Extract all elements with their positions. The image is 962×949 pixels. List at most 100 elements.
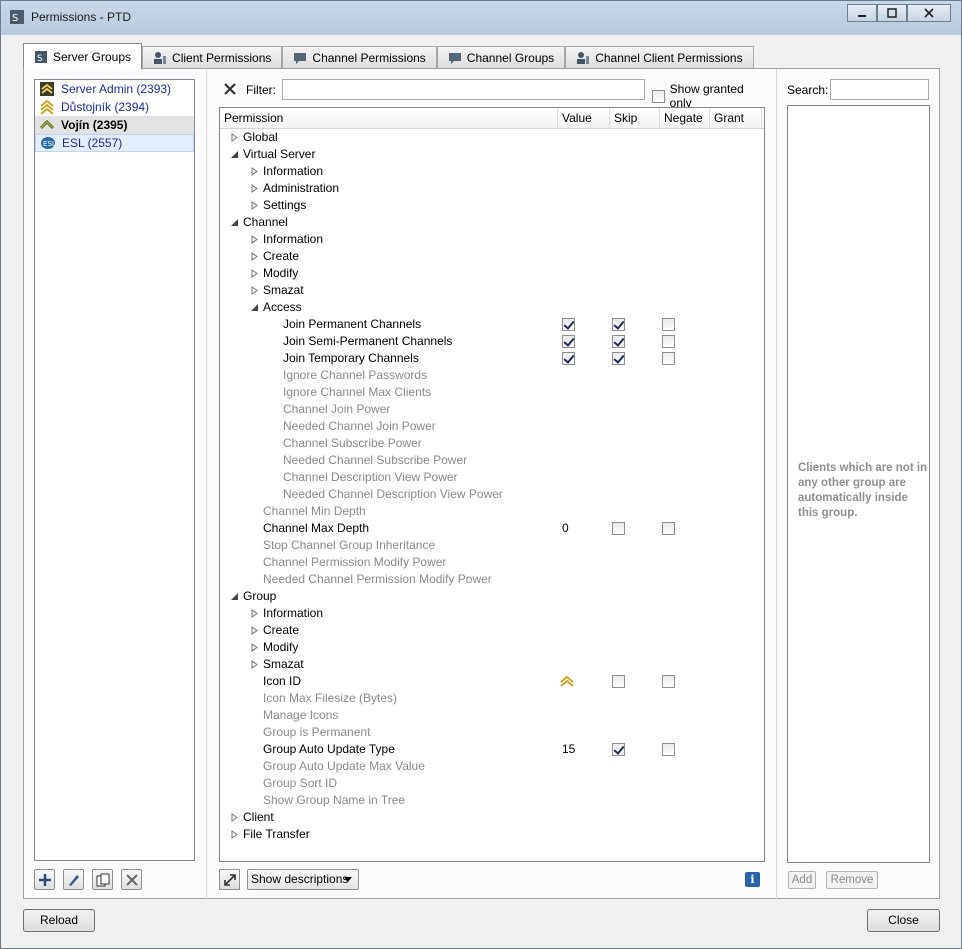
tree-row[interactable]: Join Permanent Channels [220,316,764,333]
add-client-button[interactable]: Add [788,871,816,889]
collapsed-arrow-icon[interactable] [250,167,259,176]
collapsed-arrow-icon[interactable] [250,626,259,635]
tree-row[interactable]: Access [220,299,764,316]
permission-value[interactable]: 15 [562,741,575,758]
tree-row[interactable]: Needed Channel Subscribe Power [220,452,764,469]
tab-server-groups[interactable]: S Server Groups [23,43,143,69]
tab-channel-permissions[interactable]: Channel Permissions [282,46,437,69]
collapsed-arrow-icon[interactable] [250,269,259,278]
permissions-tree[interactable]: Permission Value Skip Negate Grant Globa… [219,107,765,862]
tree-row[interactable]: Information [220,231,764,248]
negate-checkbox[interactable] [662,352,675,365]
collapsed-arrow-icon[interactable] [230,133,239,142]
tree-row[interactable]: Smazat [220,282,764,299]
tree-row[interactable]: Modify [220,265,764,282]
group-item-esl[interactable]: ESL ESL (2557) [35,134,194,152]
search-input[interactable] [830,79,929,100]
tree-row[interactable]: Icon Max Filesize (Bytes) [220,690,764,707]
tree-row[interactable]: Information [220,163,764,180]
delete-group-button[interactable] [121,869,142,890]
copy-group-button[interactable] [92,869,113,890]
collapsed-arrow-icon[interactable] [250,184,259,193]
rename-group-button[interactable] [63,869,84,890]
group-item-vojin[interactable]: Vojín (2395) [35,116,194,134]
permission-value[interactable]: 0 [562,520,569,537]
descriptions-select[interactable]: Show descriptions [247,869,359,890]
tree-row[interactable]: Channel [220,214,764,231]
tree-row[interactable]: Ignore Channel Passwords [220,367,764,384]
tree-row[interactable]: Channel Subscribe Power [220,435,764,452]
tree-row[interactable]: Settings [220,197,764,214]
column-header-permission[interactable]: Permission [220,108,558,128]
column-header-value[interactable]: Value [558,108,610,128]
add-group-button[interactable] [34,869,55,890]
remove-client-button[interactable]: Remove [826,871,878,889]
collapsed-arrow-icon[interactable] [250,252,259,261]
tree-row[interactable]: Create [220,622,764,639]
column-header-skip[interactable]: Skip [610,108,660,128]
tree-row[interactable]: Channel Description View Power [220,469,764,486]
group-item-dustojnik[interactable]: Důstojník (2394) [35,98,194,116]
collapsed-arrow-icon[interactable] [250,201,259,210]
expanded-arrow-icon[interactable] [250,303,259,312]
tree-row[interactable]: Virtual Server [220,146,764,163]
clear-filter-icon[interactable] [222,81,238,97]
tree-row[interactable]: Client [220,809,764,826]
officer-rank-icon[interactable] [559,673,575,689]
negate-checkbox[interactable] [662,335,675,348]
negate-checkbox[interactable] [662,675,675,688]
info-icon[interactable]: i [745,872,760,887]
skip-checkbox[interactable] [612,743,625,756]
expanded-arrow-icon[interactable] [230,218,239,227]
tree-row[interactable]: Group Auto Update Max Value [220,758,764,775]
tree-row[interactable]: Group Sort ID [220,775,764,792]
negate-checkbox[interactable] [662,318,675,331]
negate-checkbox[interactable] [662,743,675,756]
tree-row[interactable]: Modify [220,639,764,656]
collapsed-arrow-icon[interactable] [230,830,239,839]
close-button[interactable]: Close [867,909,940,932]
tree-row[interactable]: Channel Max Depth 0 [220,520,764,537]
tree-row[interactable]: Icon ID [220,673,764,690]
expanded-arrow-icon[interactable] [230,150,239,159]
collapsed-arrow-icon[interactable] [250,660,259,669]
skip-checkbox[interactable] [612,522,625,535]
collapsed-arrow-icon[interactable] [250,235,259,244]
tree-row[interactable]: Create [220,248,764,265]
tree-row[interactable]: Global [220,129,764,146]
title-bar[interactable]: S Permissions - PTD [1,1,961,35]
close-window-button[interactable] [907,4,951,22]
value-checkbox[interactable] [562,335,575,348]
tree-row[interactable]: Needed Channel Permission Modify Power [220,571,764,588]
tab-channel-groups[interactable]: Channel Groups [436,46,566,69]
tree-row[interactable]: Ignore Channel Max Clients [220,384,764,401]
tree-row[interactable]: Join Temporary Channels [220,350,764,367]
tree-row[interactable]: Stop Channel Group Inheritance [220,537,764,554]
server-groups-list[interactable]: Server Admin (2393) Důstojník (2394) Voj… [34,79,195,861]
value-checkbox[interactable] [562,352,575,365]
collapsed-arrow-icon[interactable] [250,286,259,295]
tree-row[interactable]: Channel Permission Modify Power [220,554,764,571]
collapsed-arrow-icon[interactable] [250,609,259,618]
reload-button[interactable]: Reload [23,909,95,932]
skip-checkbox[interactable] [612,335,625,348]
tree-row[interactable]: Group [220,588,764,605]
tree-row[interactable]: Information [220,605,764,622]
tree-row[interactable]: Channel Join Power [220,401,764,418]
tree-row[interactable]: File Transfer [220,826,764,843]
skip-checkbox[interactable] [612,318,625,331]
collapsed-arrow-icon[interactable] [230,813,239,822]
tree-row[interactable]: Needed Channel Join Power [220,418,764,435]
tree-row[interactable]: Join Semi-Permanent Channels [220,333,764,350]
value-checkbox[interactable] [562,318,575,331]
tree-row[interactable]: Group Auto Update Type 15 [220,741,764,758]
column-header-negate[interactable]: Negate [660,108,710,128]
tree-row[interactable]: Channel Min Depth [220,503,764,520]
tree-row[interactable]: Group is Permanent [220,724,764,741]
checkbox[interactable] [652,89,665,103]
show-granted-checkbox[interactable]: Show granted only [652,82,766,110]
filter-input[interactable] [282,79,645,100]
maximize-button[interactable] [877,4,907,22]
tab-client-permissions[interactable]: Client Permissions [142,46,283,69]
tree-row[interactable]: Manage Icons [220,707,764,724]
